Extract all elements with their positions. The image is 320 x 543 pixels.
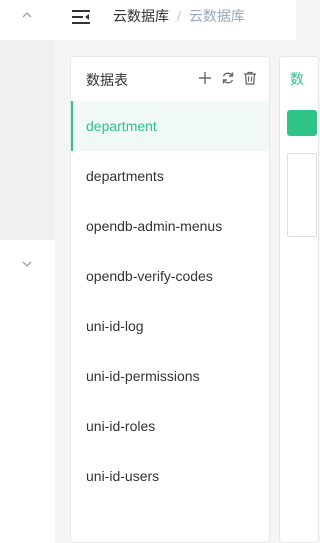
- plus-icon[interactable]: [197, 70, 213, 86]
- breadcrumb-item-parent[interactable]: 云数据库: [113, 8, 169, 24]
- detail-content-box: [287, 153, 317, 237]
- breadcrumb: 云数据库 / 云数据库: [113, 6, 245, 26]
- collection-item-departments[interactable]: departments: [71, 151, 269, 201]
- side-nav-expanded-section: [0, 40, 55, 240]
- collection-item-uni-id-users[interactable]: uni-id-users: [71, 451, 269, 501]
- collection-item-uni-id-log[interactable]: uni-id-log: [71, 301, 269, 351]
- collection-list: department departments opendb-admin-menu…: [71, 101, 269, 501]
- panel-title: 数据表: [86, 72, 128, 88]
- panel-header: 数据表: [71, 57, 269, 101]
- collection-item-opendb-admin-menus[interactable]: opendb-admin-menus: [71, 201, 269, 251]
- collection-item-opendb-verify-codes[interactable]: opendb-verify-codes: [71, 251, 269, 301]
- primary-action-button[interactable]: [287, 110, 317, 136]
- menu-fold-icon[interactable]: [70, 6, 92, 28]
- collection-detail-panel: 数: [279, 56, 319, 543]
- side-nav: [0, 0, 55, 543]
- trash-icon[interactable]: [242, 70, 258, 86]
- collection-item-uni-id-roles[interactable]: uni-id-roles: [71, 401, 269, 451]
- detail-tab[interactable]: 数: [290, 69, 304, 89]
- collection-list-panel: 数据表 department departments opendb-admin-…: [70, 56, 270, 543]
- breadcrumb-item-current: 云数据库: [188, 8, 245, 24]
- refresh-icon[interactable]: [220, 70, 236, 86]
- side-nav-header: [0, 0, 55, 40]
- chevron-down-icon[interactable]: [20, 257, 34, 271]
- top-bar: 云数据库 / 云数据库: [55, 0, 296, 40]
- collection-item-department[interactable]: department: [71, 101, 269, 151]
- chevron-up-icon[interactable]: [20, 8, 34, 22]
- breadcrumb-separator: /: [177, 8, 181, 24]
- collection-item-uni-id-permissions[interactable]: uni-id-permissions: [71, 351, 269, 401]
